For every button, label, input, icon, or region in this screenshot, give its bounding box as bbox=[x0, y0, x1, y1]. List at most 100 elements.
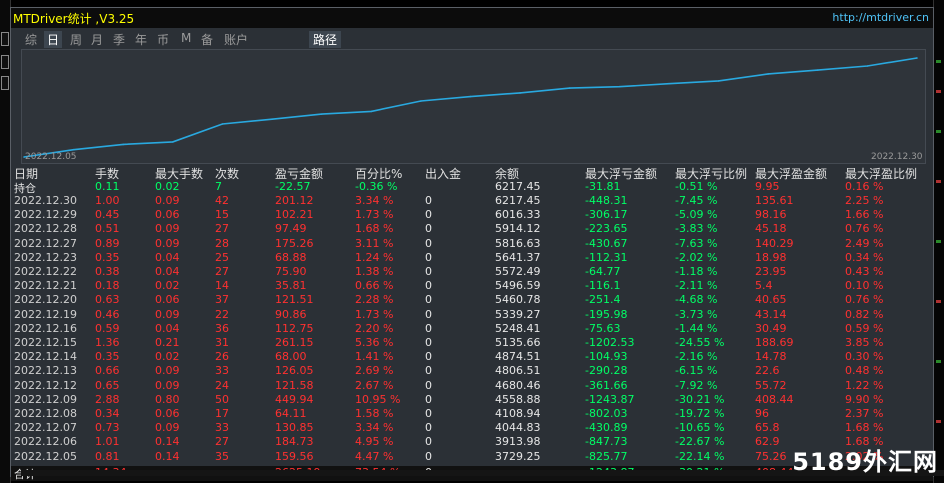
cell-max-float-profit: 22.6 bbox=[755, 364, 780, 378]
cell-date: 2022.12.29 bbox=[14, 208, 77, 222]
chart-end-date: 2022.12.30 bbox=[871, 152, 923, 162]
cell-max-lots: 0.02 bbox=[155, 350, 180, 364]
cell-pnl: 75.90 bbox=[275, 265, 307, 278]
cell-inout: 0 bbox=[425, 208, 432, 222]
cell-max-float-profit: 45.18 bbox=[755, 222, 787, 236]
cell-lots: 0.11 bbox=[95, 180, 120, 193]
cell-pnl: 121.51 bbox=[275, 293, 314, 307]
cell-lots: 0.66 bbox=[95, 364, 120, 378]
tab-backup[interactable]: 备 bbox=[201, 31, 213, 48]
cell-max-float-profit-pct: 1.68 % bbox=[845, 421, 884, 435]
cell-max-float-profit-pct: 0.76 % bbox=[845, 293, 884, 307]
cell-pct: 2.69 % bbox=[355, 364, 394, 378]
cell-max-float-profit-pct: 0.10 % bbox=[845, 279, 884, 293]
cell-balance: 4108.94 bbox=[495, 407, 541, 420]
cell-balance: 3729.25 bbox=[495, 449, 541, 463]
cell-max-lots: 0.21 bbox=[155, 336, 180, 349]
cell-pnl: 449.94 bbox=[275, 392, 314, 406]
cell-max-float-loss-pct: -4.68 % bbox=[675, 293, 718, 307]
cell-pct: 3.34 % bbox=[355, 194, 394, 207]
cell-max-float-loss-pct: -2.11 % bbox=[675, 279, 718, 293]
cell-max-lots: 0.04 bbox=[155, 265, 180, 278]
cell-pct: 0.66 % bbox=[355, 279, 394, 293]
cell-count: 31 bbox=[215, 336, 229, 349]
cell-max-float-loss: -251.4 bbox=[585, 293, 621, 307]
cell-count: 27 bbox=[215, 265, 229, 278]
tab-quarter[interactable]: 季 bbox=[113, 31, 125, 48]
cell-pnl: 64.11 bbox=[275, 407, 307, 420]
tab-summary[interactable]: 综 bbox=[25, 31, 37, 48]
cell-pnl: 130.85 bbox=[275, 421, 314, 435]
toolbar-marker[interactable] bbox=[1, 55, 9, 69]
cell-inout: 0 bbox=[425, 279, 432, 293]
cell-inout: 0 bbox=[425, 265, 432, 278]
cell-max-float-profit-pct: 1.66 % bbox=[845, 208, 884, 222]
cell-pct: 3.34 % bbox=[355, 421, 394, 435]
cell-date: 2022.12.21 bbox=[14, 279, 77, 293]
app-title: MTDriver统计 ,V3.25 bbox=[13, 12, 135, 26]
tab-currency[interactable]: 币 bbox=[157, 31, 169, 48]
title-bar: MTDriver统计 ,V3.25 http://mtdriver.cn bbox=[11, 8, 933, 28]
balance-chart bbox=[21, 49, 926, 164]
cell-max-float-loss-pct: -19.72 % bbox=[675, 407, 725, 420]
cell-count: 7 bbox=[215, 180, 222, 193]
balance-point bbox=[568, 87, 571, 89]
balance-point bbox=[72, 148, 75, 151]
balance-point bbox=[420, 100, 422, 102]
table-row: 2022.12.07 0.73 0.09 33 130.85 3.34 % 0 4044.83… bbox=[11, 421, 933, 436]
cell-balance: 4806.51 bbox=[495, 364, 541, 378]
cell-max-float-profit-pct: 3.85 % bbox=[845, 336, 884, 349]
balance-point bbox=[519, 92, 521, 94]
cell-max-float-loss: -430.89 bbox=[585, 421, 628, 435]
table-row: 2022.12.28 0.51 0.09 27 97.49 1.68 % 0 5914.12 -… bbox=[11, 222, 933, 237]
cell-max-float-loss: -116.1 bbox=[585, 279, 621, 293]
tab-day[interactable]: 日 bbox=[44, 31, 63, 48]
cell-lots: 2.88 bbox=[95, 392, 120, 406]
cell-max-float-loss: -825.77 bbox=[585, 449, 628, 463]
cell-balance: 6217.45 bbox=[495, 194, 541, 207]
tab-month[interactable]: 月 bbox=[91, 31, 103, 48]
cell-count: 33 bbox=[215, 421, 229, 435]
cell-pct: 4.95 % bbox=[355, 435, 394, 449]
cell-pnl: 35.81 bbox=[275, 279, 307, 293]
cell-inout: 0 bbox=[425, 236, 432, 250]
cell-max-float-profit-pct: 9.90 % bbox=[845, 392, 884, 406]
cell-pct: -0.36 % bbox=[355, 180, 398, 193]
cell-date: 2022.12.12 bbox=[14, 378, 77, 392]
toolbar-marker[interactable] bbox=[1, 32, 9, 46]
cell-max-float-loss-pct: -24.55 % bbox=[675, 336, 725, 349]
table-row: 2022.12.09 2.88 0.80 50 449.94 10.95 % 0 4558.8… bbox=[11, 393, 933, 408]
cell-pnl: 90.86 bbox=[275, 307, 307, 321]
cell-date: 2022.12.19 bbox=[14, 307, 77, 321]
cell-max-float-loss: -31.81 bbox=[585, 180, 621, 193]
tab-week[interactable]: 周 bbox=[70, 31, 82, 48]
cell-max-float-profit-pct: 2.37 % bbox=[845, 407, 884, 420]
app-url-link[interactable]: http://mtdriver.cn bbox=[832, 11, 929, 24]
cell-pnl: 175.26 bbox=[275, 236, 314, 250]
cell-count: 25 bbox=[215, 250, 229, 264]
tab-m[interactable]: M bbox=[181, 31, 191, 45]
cell-max-float-profit: 98.16 bbox=[755, 208, 787, 222]
toolbar-marker[interactable] bbox=[1, 76, 9, 90]
cell-max-float-loss-pct: -3.83 % bbox=[675, 222, 718, 236]
cell-balance: 5460.78 bbox=[495, 293, 541, 307]
cell-pnl: 121.58 bbox=[275, 378, 314, 392]
cell-balance: 4874.51 bbox=[495, 350, 541, 364]
table-row: 2022.12.12 0.65 0.09 24 121.58 2.67 % 0 4680.46… bbox=[11, 379, 933, 394]
tab-path[interactable]: 路径 bbox=[309, 31, 342, 48]
chart-start-date: 2022.12.05 bbox=[25, 152, 77, 162]
cell-date: 2022.12.20 bbox=[14, 293, 77, 307]
cell-max-float-loss: -361.66 bbox=[585, 378, 628, 392]
cell-inout: 0 bbox=[425, 307, 432, 321]
cell-pnl: 97.49 bbox=[275, 222, 307, 236]
cell-max-float-loss: -223.65 bbox=[585, 222, 628, 236]
tab-year[interactable]: 年 bbox=[135, 31, 147, 48]
cell-max-float-loss: -290.28 bbox=[585, 364, 628, 378]
cell-pct: 1.38 % bbox=[355, 265, 394, 278]
cell-max-float-profit: 75.26 bbox=[755, 449, 787, 463]
cell-pct: 1.41 % bbox=[355, 350, 394, 364]
tab-account[interactable]: 账户 bbox=[224, 31, 248, 48]
cell-lots: 0.35 bbox=[95, 250, 120, 264]
balance-point bbox=[618, 85, 621, 88]
cell-max-float-loss: -1243.87 bbox=[585, 392, 635, 406]
